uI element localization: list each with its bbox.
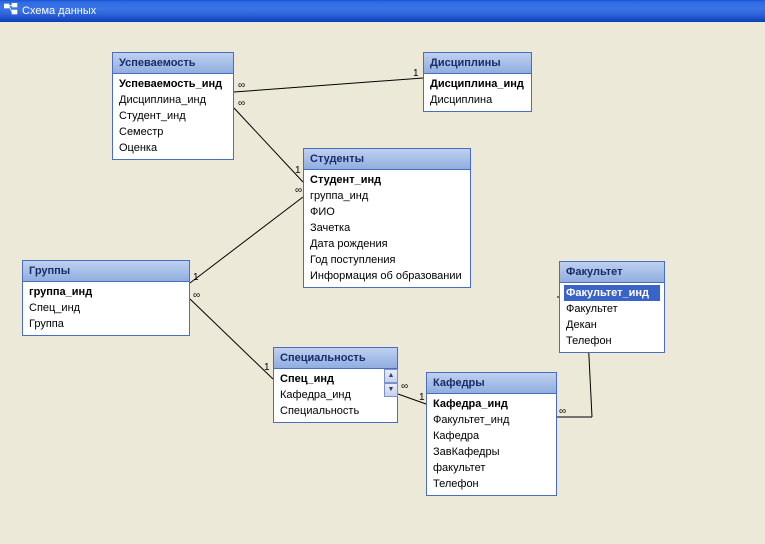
table-uspevaemost[interactable]: Успеваемость Успеваемость_инд Дисциплина… (112, 52, 234, 160)
field[interactable]: Оценка (117, 140, 229, 156)
table-title[interactable]: Специальность (274, 348, 397, 369)
field[interactable]: Дисциплина (428, 92, 527, 108)
table-title[interactable]: Студенты (304, 149, 470, 170)
cardinality-many: ∞ (238, 81, 245, 91)
field[interactable]: Спец_инд (27, 300, 185, 316)
field[interactable]: ФИО (308, 204, 466, 220)
cardinality-one: 1 (264, 363, 270, 373)
field[interactable]: ЗавКафедры (431, 444, 552, 460)
cardinality-many: ∞ (401, 382, 408, 392)
table-kafedry[interactable]: Кафедры Кафедра_инд Факультет_инд Кафедр… (426, 372, 557, 496)
field[interactable]: Информация об образовании (308, 268, 466, 284)
field[interactable]: группа_инд (308, 188, 466, 204)
field[interactable]: Кафедра_инд (431, 396, 552, 412)
cardinality-one: 1 (413, 69, 419, 79)
field[interactable]: группа_инд (27, 284, 185, 300)
table-title[interactable]: Дисциплины (424, 53, 531, 74)
field[interactable]: Телефон (431, 476, 552, 492)
field[interactable]: Дисциплина_инд (117, 92, 229, 108)
cardinality-many: ∞ (193, 291, 200, 301)
table-gruppy[interactable]: Группы группа_инд Спец_инд Группа (22, 260, 190, 336)
schema-icon (4, 0, 18, 22)
field[interactable]: Студент_инд (308, 172, 466, 188)
table-fakultet[interactable]: Факультет Факультет_инд Факультет Декан … (559, 261, 665, 353)
field[interactable]: Дата рождения (308, 236, 466, 252)
table-title[interactable]: Кафедры (427, 373, 556, 394)
field[interactable]: факультет (431, 460, 552, 476)
table-discipliny[interactable]: Дисциплины Дисциплина_инд Дисциплина (423, 52, 532, 112)
cardinality-one: 1 (295, 166, 301, 176)
window-title: Схема данных (22, 0, 96, 22)
field[interactable]: Семестр (117, 124, 229, 140)
field[interactable]: Зачетка (308, 220, 466, 236)
table-title[interactable]: Факультет (560, 262, 664, 283)
field[interactable]: Спец_инд (278, 371, 381, 387)
field[interactable]: Кафедра_инд (278, 387, 381, 403)
field[interactable]: Год поступления (308, 252, 466, 268)
scroll-up-button[interactable]: ▲ (384, 369, 398, 383)
field[interactable]: Факультет_инд (431, 412, 552, 428)
field[interactable]: Специальность (278, 403, 381, 419)
scroll-spinner[interactable]: ▲ ▼ (384, 369, 398, 397)
cardinality-many: ∞ (295, 186, 302, 196)
field[interactable]: Факультет_инд (564, 285, 660, 301)
field[interactable]: Факультет (564, 301, 660, 317)
scroll-down-button[interactable]: ▼ (384, 383, 398, 397)
cardinality-one: 1 (193, 273, 199, 283)
cardinality-one: 1 (419, 393, 425, 403)
table-title[interactable]: Группы (23, 261, 189, 282)
table-studenty[interactable]: Студенты Студент_инд группа_инд ФИО Заче… (303, 148, 471, 288)
window-titlebar[interactable]: Схема данных (0, 0, 765, 22)
field[interactable]: Телефон (564, 333, 660, 349)
field[interactable]: Декан (564, 317, 660, 333)
field[interactable]: Дисциплина_инд (428, 76, 527, 92)
field[interactable]: Студент_инд (117, 108, 229, 124)
cardinality-many: ∞ (238, 99, 245, 109)
table-specialnost[interactable]: Специальность Спец_инд Кафедра_инд Специ… (273, 347, 398, 423)
table-title[interactable]: Успеваемость (113, 53, 233, 74)
field[interactable]: Успеваемость_инд (117, 76, 229, 92)
relationship-canvas[interactable]: 1 ∞ 1 ∞ 1 ∞ 1 ∞ 1 ∞ 1 ∞ Успеваемость Усп… (0, 22, 765, 544)
field[interactable]: Группа (27, 316, 185, 332)
cardinality-many: ∞ (559, 407, 566, 417)
field[interactable]: Кафедра (431, 428, 552, 444)
